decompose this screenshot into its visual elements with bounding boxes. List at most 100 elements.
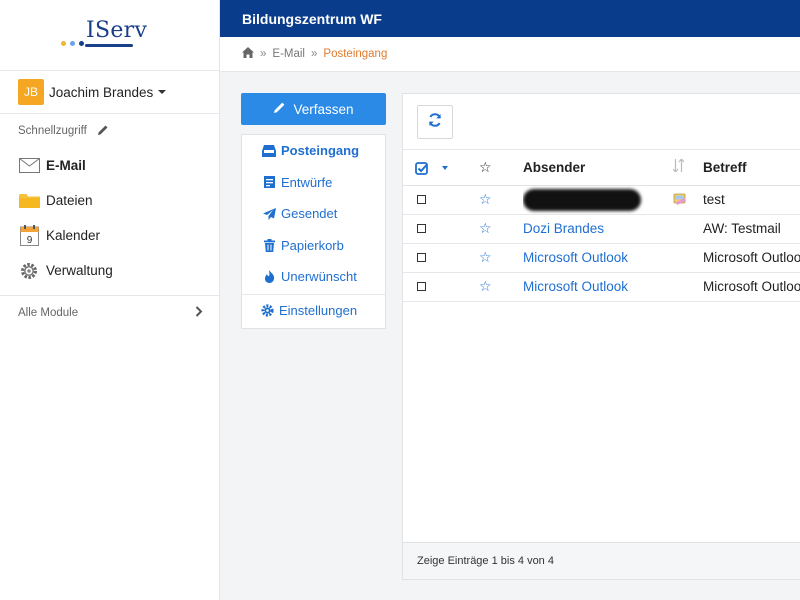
folder-list: Posteingang Entwürfe Gesendet Papierkorb… [241, 134, 386, 329]
mail-toolbar [403, 94, 800, 150]
quick-access-header: Schnellzugriff [0, 114, 219, 148]
breadcrumb-inbox[interactable]: Posteingang [323, 48, 387, 60]
sidebar: IServ JB Joachim Brandes Schnellzugriff … [0, 0, 220, 600]
folder-trash[interactable]: Papierkorb [242, 230, 385, 262]
all-modules-link[interactable]: Alle Module [0, 296, 219, 330]
folder-label: Gesendet [281, 206, 338, 222]
select-dropdown-caret-icon[interactable] [441, 166, 448, 171]
row-sender-cell: Dozi Brandes [523, 214, 673, 244]
edit-pencil-icon[interactable] [97, 124, 109, 139]
refresh-button[interactable] [417, 104, 453, 139]
school-name: Bildungszentrum WF [242, 10, 382, 27]
table-row[interactable]: ☆ Microsoft Outlook Microsoft Outlook- [403, 243, 800, 273]
row-sender-cell: Microsoft Outlook [523, 243, 673, 273]
compose-button[interactable]: Verfassen [241, 93, 386, 125]
logo[interactable]: IServ [0, 0, 219, 71]
send-icon [262, 207, 276, 220]
settings-label: Einstellungen [279, 302, 358, 318]
row-checkbox[interactable] [417, 195, 426, 204]
breadcrumb: » E-Mail » Posteingang [220, 37, 800, 72]
mail-settings[interactable]: Einstellungen [242, 295, 385, 327]
caret-down-icon [158, 90, 167, 94]
folder-inbox[interactable]: Posteingang [242, 135, 385, 167]
folder-drafts[interactable]: Entwürfe [242, 167, 385, 199]
entries-info: Zeige Einträge 1 bis 4 von 4 [417, 555, 554, 567]
row-subject[interactable]: test [703, 185, 800, 215]
chevron-right-icon [195, 306, 203, 320]
table-row[interactable]: ☆ test [403, 185, 800, 215]
sidebar-item-files[interactable]: Dateien [0, 183, 219, 218]
row-sender[interactable]: Microsoft Outlook [523, 279, 628, 294]
breadcrumb-email[interactable]: E-Mail [272, 48, 305, 60]
envelope-icon [18, 158, 40, 173]
attachment-icon [673, 193, 687, 208]
user-menu[interactable]: JB Joachim Brandes [0, 71, 219, 114]
drafts-icon [262, 176, 276, 189]
breadcrumb-separator: » [260, 48, 267, 60]
table-row[interactable]: ☆ Microsoft Outlook Microsoft Outlook- [403, 272, 800, 302]
check-square-icon[interactable] [415, 160, 432, 175]
sidebar-item-label: E-Mail [46, 158, 86, 173]
row-checkbox[interactable] [417, 282, 426, 291]
sidebar-item-admin[interactable]: Verwaltung [0, 253, 219, 288]
folder-label: Papierkorb [281, 237, 344, 253]
sidebar-item-email[interactable]: E-Mail [0, 148, 219, 183]
flame-icon [262, 270, 276, 284]
folder-label: Entwürfe [281, 174, 333, 190]
star-icon[interactable]: ☆ [479, 191, 492, 207]
pencil-icon [273, 101, 286, 117]
row-star-cell: ☆ [463, 272, 523, 302]
row-select-cell [403, 185, 463, 215]
sender-column-header[interactable]: Absender [523, 150, 673, 186]
subject-column-header[interactable]: Betreff [703, 150, 800, 186]
folder-sent[interactable]: Gesendet [242, 198, 385, 230]
star-icon[interactable]: ☆ [479, 249, 492, 265]
refresh-icon [428, 113, 442, 130]
select-all-header[interactable] [403, 150, 463, 186]
star-icon[interactable]: ☆ [479, 220, 492, 236]
home-icon[interactable] [242, 47, 254, 61]
star-outline-icon: ☆ [479, 158, 492, 175]
mail-list-panel: ☆ Absender Betreff ☆ test ☆ Dozi Brandes… [402, 93, 800, 580]
row-checkbox[interactable] [417, 224, 426, 233]
sidebar-item-calendar[interactable]: 9 Kalender [0, 218, 219, 253]
row-sender[interactable]: Microsoft Outlook [523, 250, 628, 265]
trash-icon [262, 238, 276, 252]
table-row[interactable]: ☆ Dozi Brandes AW: Testmail [403, 214, 800, 244]
logo-dots [61, 41, 84, 46]
row-subject[interactable]: Microsoft Outlook- [703, 243, 800, 273]
user-name: Joachim Brandes [49, 84, 154, 100]
breadcrumb-separator: » [311, 48, 318, 60]
top-bar: Bildungszentrum WF [220, 0, 800, 37]
table-header: ☆ Absender Betreff [403, 150, 800, 186]
row-subject[interactable]: AW: Testmail [703, 214, 800, 244]
row-checkbox[interactable] [417, 253, 426, 262]
row-select-cell [403, 272, 463, 302]
star-icon[interactable]: ☆ [479, 278, 492, 294]
row-indicator-cell [673, 185, 703, 215]
row-sender-cell: Microsoft Outlook [523, 272, 673, 302]
calendar-icon: 9 [18, 225, 40, 246]
settings-gear-icon [260, 304, 274, 317]
compose-label: Verfassen [293, 101, 354, 117]
folder-spam[interactable]: Unerwünscht [242, 261, 385, 293]
sort-toggle[interactable] [672, 150, 703, 186]
row-sender-cell [523, 185, 673, 215]
sidebar-item-label: Dateien [46, 193, 93, 208]
row-indicator-cell [673, 272, 703, 302]
all-modules-label: Alle Module [18, 307, 79, 319]
row-star-cell: ☆ [463, 185, 523, 215]
row-subject[interactable]: Microsoft Outlook- [703, 272, 800, 302]
table-footer: Zeige Einträge 1 bis 4 von 4 [403, 542, 800, 579]
row-sender[interactable]: Dozi Brandes [523, 221, 604, 236]
folder-icon [18, 193, 40, 209]
logo-text: IServ [86, 18, 148, 43]
row-select-cell [403, 214, 463, 244]
folder-label: Posteingang [281, 143, 360, 159]
inbox-icon [262, 144, 276, 157]
sidebar-item-label: Verwaltung [46, 263, 113, 278]
avatar: JB [18, 79, 44, 105]
star-column-header[interactable]: ☆ [463, 150, 523, 186]
folder-label: Unerwünscht [281, 269, 357, 285]
logo-underline [85, 44, 133, 47]
